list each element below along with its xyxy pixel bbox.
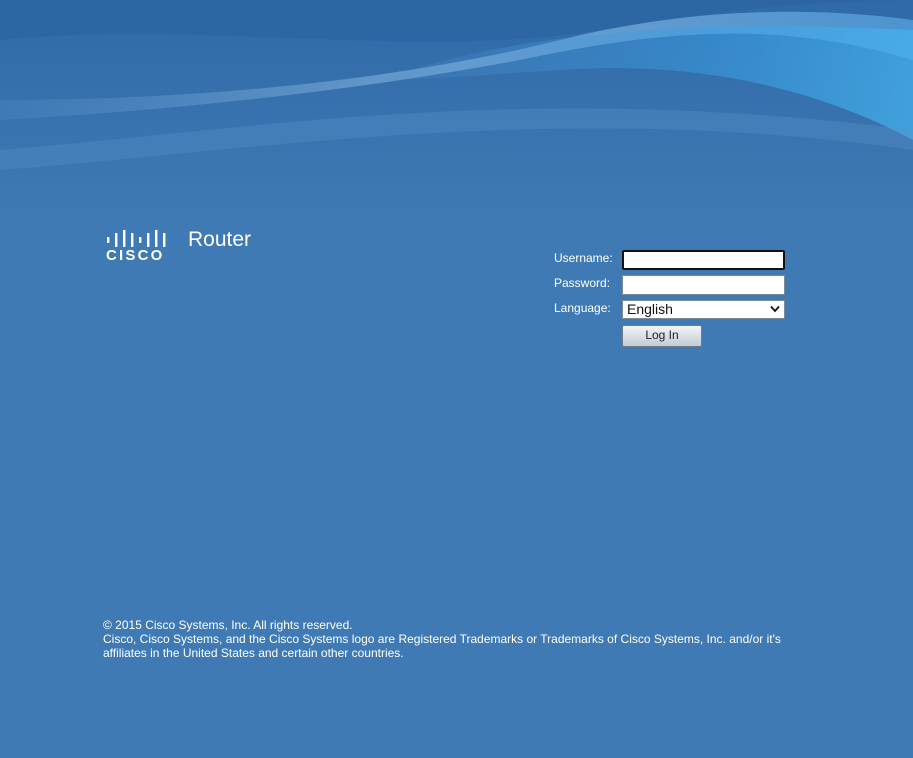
login-button[interactable]: Log In xyxy=(622,325,702,347)
trademark-text: Cisco, Cisco Systems, and the Cisco Syst… xyxy=(103,632,781,660)
username-label: Username: xyxy=(554,251,613,265)
cisco-logo: CISCO xyxy=(106,229,170,265)
cisco-wordmark: CISCO xyxy=(106,247,165,264)
cisco-bridge-icon xyxy=(107,230,166,247)
language-label: Language: xyxy=(554,301,611,315)
username-field[interactable] xyxy=(622,250,785,270)
chevron-down-icon xyxy=(770,305,780,313)
copyright-text: © 2015 Cisco Systems, Inc. All rights re… xyxy=(103,618,353,632)
language-select-value: English xyxy=(627,301,673,317)
language-select[interactable]: English xyxy=(622,300,785,319)
page-title: Router xyxy=(188,228,252,251)
footer: © 2015 Cisco Systems, Inc. All rights re… xyxy=(103,618,803,660)
password-field[interactable] xyxy=(622,275,785,295)
background-swoosh xyxy=(0,0,913,220)
password-label: Password: xyxy=(554,276,611,290)
